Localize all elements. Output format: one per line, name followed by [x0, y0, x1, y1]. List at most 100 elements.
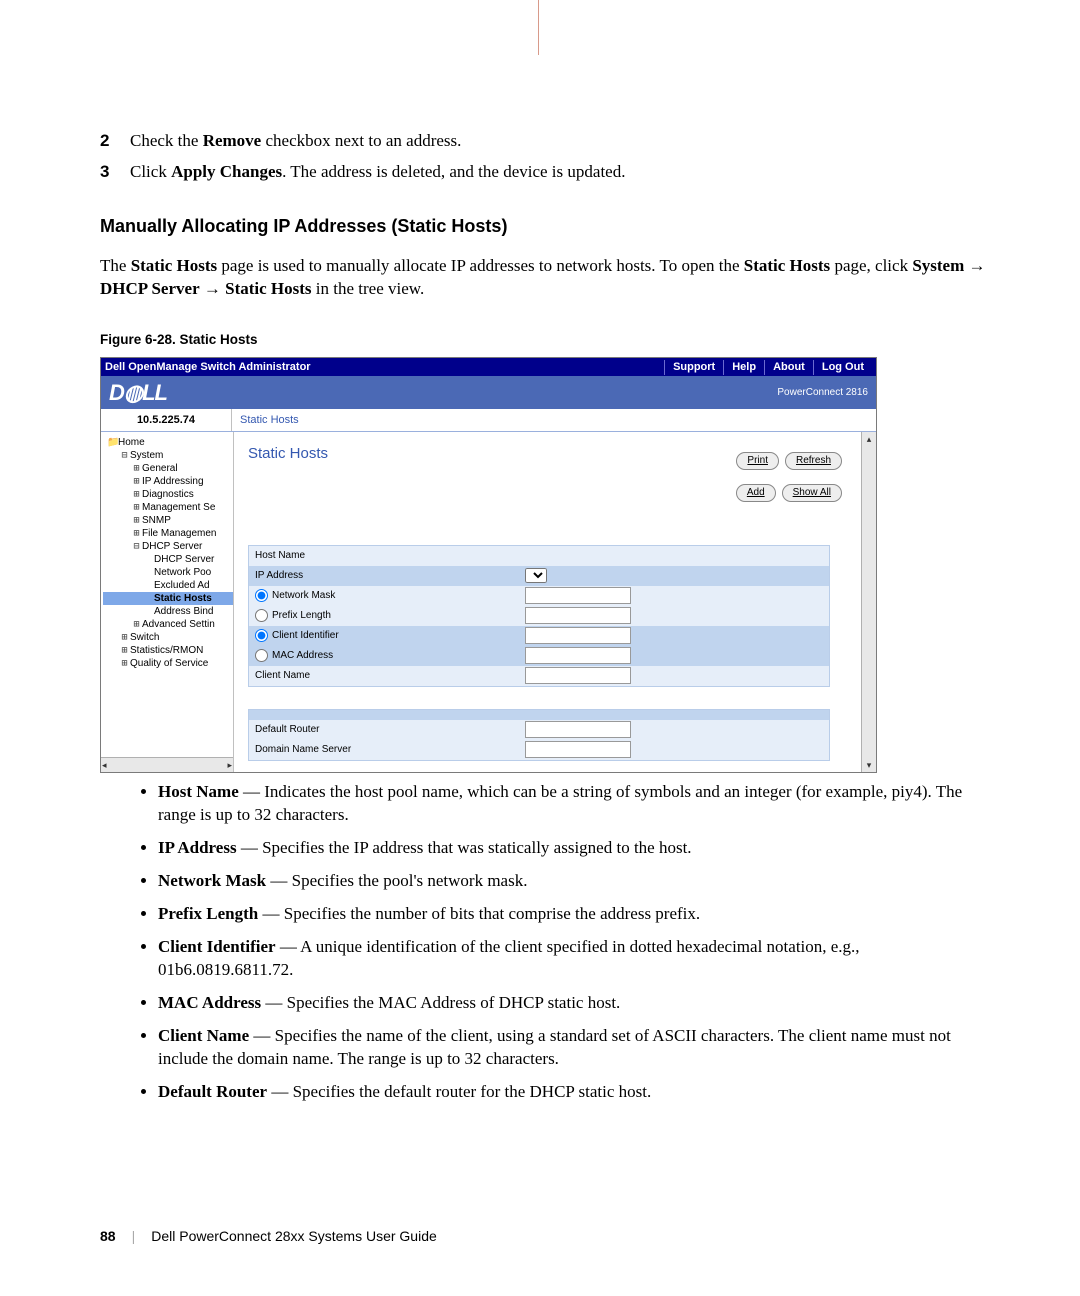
- host-name-label: Host Name: [255, 549, 525, 563]
- client-id-input[interactable]: [525, 627, 631, 644]
- prefix-length-input[interactable]: [525, 607, 631, 624]
- client-name-label: Client Name: [255, 669, 525, 683]
- description-item: MAC Address — Specifies the MAC Address …: [158, 992, 990, 1015]
- print-button[interactable]: Print: [736, 452, 779, 470]
- logout-link[interactable]: Log Out: [813, 360, 872, 375]
- add-button[interactable]: Add: [736, 484, 776, 502]
- dns-input[interactable]: [525, 741, 631, 758]
- screenshot-frame: Dell OpenManage Switch Administrator Sup…: [100, 357, 877, 773]
- network-mask-radio[interactable]: [255, 589, 268, 602]
- footer-separator: |: [132, 1227, 136, 1246]
- tree-item[interactable]: Address Bind: [103, 605, 233, 618]
- tree-item-label: Management Se: [142, 502, 215, 513]
- description-item: IP Address — Specifies the IP address th…: [158, 837, 990, 860]
- window-titlebar: Dell OpenManage Switch Administrator Sup…: [101, 358, 876, 376]
- tree-expand-icon[interactable]: ⊟: [131, 540, 142, 553]
- ip-address-select[interactable]: [525, 568, 547, 583]
- client-name-input[interactable]: [525, 667, 631, 684]
- tree-item-label: File Managemen: [142, 528, 216, 539]
- tree-item-label: Switch: [130, 632, 159, 643]
- dns-label: Domain Name Server: [255, 743, 525, 757]
- tree-item[interactable]: ⊞Management Se: [103, 501, 233, 514]
- window-title: Dell OpenManage Switch Administrator: [105, 360, 311, 375]
- tree-item-label: DHCP Server: [154, 554, 214, 565]
- tree-item-label: Static Hosts: [154, 593, 212, 604]
- tree-expand-icon[interactable]: ⊞: [131, 527, 142, 540]
- prefix-length-radio[interactable]: [255, 609, 268, 622]
- tree-item-label: SNMP: [142, 515, 171, 526]
- guide-title: Dell PowerConnect 28xx Systems User Guid…: [151, 1227, 437, 1246]
- tree-item-label: Diagnostics: [142, 489, 194, 500]
- page-number: 88: [100, 1227, 116, 1246]
- nav-tree[interactable]: 📁Home⊟System⊞General⊞IP Addressing⊞Diagn…: [101, 432, 234, 772]
- mac-address-label: MAC Address: [272, 650, 333, 661]
- tree-item-label: Address Bind: [154, 606, 213, 617]
- refresh-button[interactable]: Refresh: [785, 452, 842, 470]
- tree-item[interactable]: ⊞IP Addressing: [103, 475, 233, 488]
- tree-item[interactable]: Network Poo: [103, 566, 233, 579]
- step-item: 2Check the Remove checkbox next to an ad…: [100, 130, 990, 153]
- mac-address-radio[interactable]: [255, 649, 268, 662]
- description-item: Host Name — Indicates the host pool name…: [158, 781, 990, 827]
- section-paragraph: The Static Hosts page is used to manuall…: [100, 255, 990, 301]
- tree-item[interactable]: ⊞General: [103, 462, 233, 475]
- help-link[interactable]: Help: [723, 360, 764, 375]
- tree-item-label: Advanced Settin: [142, 619, 215, 630]
- content-v-scrollbar[interactable]: ▴▾: [861, 432, 876, 772]
- content-pane: ▴▾ Static Hosts Print Refresh Add Show A…: [234, 432, 876, 772]
- tree-item-label: System: [130, 450, 163, 461]
- router-form: Default Router Domain Name Server: [248, 709, 830, 761]
- tree-item[interactable]: ⊞Advanced Settin: [103, 618, 233, 631]
- support-link[interactable]: Support: [664, 360, 723, 375]
- default-router-input[interactable]: [525, 721, 631, 738]
- tree-expand-icon[interactable]: ⊞: [131, 488, 142, 501]
- tree-item[interactable]: ⊞SNMP: [103, 514, 233, 527]
- tree-item[interactable]: ⊞Switch: [103, 631, 233, 644]
- tree-expand-icon[interactable]: ⊞: [131, 475, 142, 488]
- client-id-radio[interactable]: [255, 629, 268, 642]
- tree-item[interactable]: Static Hosts: [103, 592, 233, 605]
- tree-expand-icon[interactable]: ⊞: [131, 501, 142, 514]
- figure-caption: Figure 6-28. Static Hosts: [100, 331, 990, 349]
- about-link[interactable]: About: [764, 360, 813, 375]
- field-description-list: Host Name — Indicates the host pool name…: [158, 781, 990, 1103]
- tree-item[interactable]: ⊞File Managemen: [103, 527, 233, 540]
- tree-item-label: Excluded Ad: [154, 580, 210, 591]
- tree-item[interactable]: ⊟DHCP Server: [103, 540, 233, 553]
- tree-item[interactable]: ⊞Statistics/RMON: [103, 644, 233, 657]
- brand-bar: D◍LL PowerConnect 2816: [101, 376, 876, 409]
- network-mask-input[interactable]: [525, 587, 631, 604]
- tree-expand-icon[interactable]: ⊞: [131, 514, 142, 527]
- network-mask-label: Network Mask: [272, 590, 335, 601]
- page-top-rule: [538, 0, 539, 55]
- showall-button[interactable]: Show All: [782, 484, 842, 502]
- tree-expand-icon[interactable]: ⊞: [119, 657, 130, 670]
- tree-item[interactable]: DHCP Server: [103, 553, 233, 566]
- tree-expand-icon[interactable]: 📁: [107, 436, 118, 449]
- description-item: Prefix Length — Specifies the number of …: [158, 903, 990, 926]
- tree-item[interactable]: ⊞Diagnostics: [103, 488, 233, 501]
- breadcrumb: Static Hosts: [232, 409, 299, 431]
- tree-h-scrollbar[interactable]: ◂▸: [101, 757, 233, 772]
- tree-item[interactable]: ⊟System: [103, 449, 233, 462]
- client-id-label: Client Identifier: [272, 630, 339, 641]
- dell-logo: D◍LL: [109, 378, 167, 408]
- mac-address-input[interactable]: [525, 647, 631, 664]
- tree-expand-icon[interactable]: ⊞: [119, 644, 130, 657]
- tree-expand-icon[interactable]: ⊞: [119, 631, 130, 644]
- tree-expand-icon[interactable]: ⊟: [119, 449, 130, 462]
- tree-item-label: General: [142, 463, 178, 474]
- tree-item[interactable]: Excluded Ad: [103, 579, 233, 592]
- tree-item-label: Home: [118, 437, 145, 448]
- tree-expand-icon[interactable]: ⊞: [131, 618, 142, 631]
- device-ip: 10.5.225.74: [101, 409, 232, 431]
- description-item: Network Mask — Specifies the pool's netw…: [158, 870, 990, 893]
- tree-item-label: IP Addressing: [142, 476, 204, 487]
- prefix-length-label: Prefix Length: [272, 610, 331, 621]
- tree-expand-icon[interactable]: ⊞: [131, 462, 142, 475]
- default-router-label: Default Router: [255, 723, 525, 737]
- tree-item[interactable]: 📁Home: [103, 436, 233, 449]
- description-item: Default Router — Specifies the default r…: [158, 1081, 990, 1104]
- tree-item[interactable]: ⊞Quality of Service: [103, 657, 233, 670]
- description-item: Client Name — Specifies the name of the …: [158, 1025, 990, 1071]
